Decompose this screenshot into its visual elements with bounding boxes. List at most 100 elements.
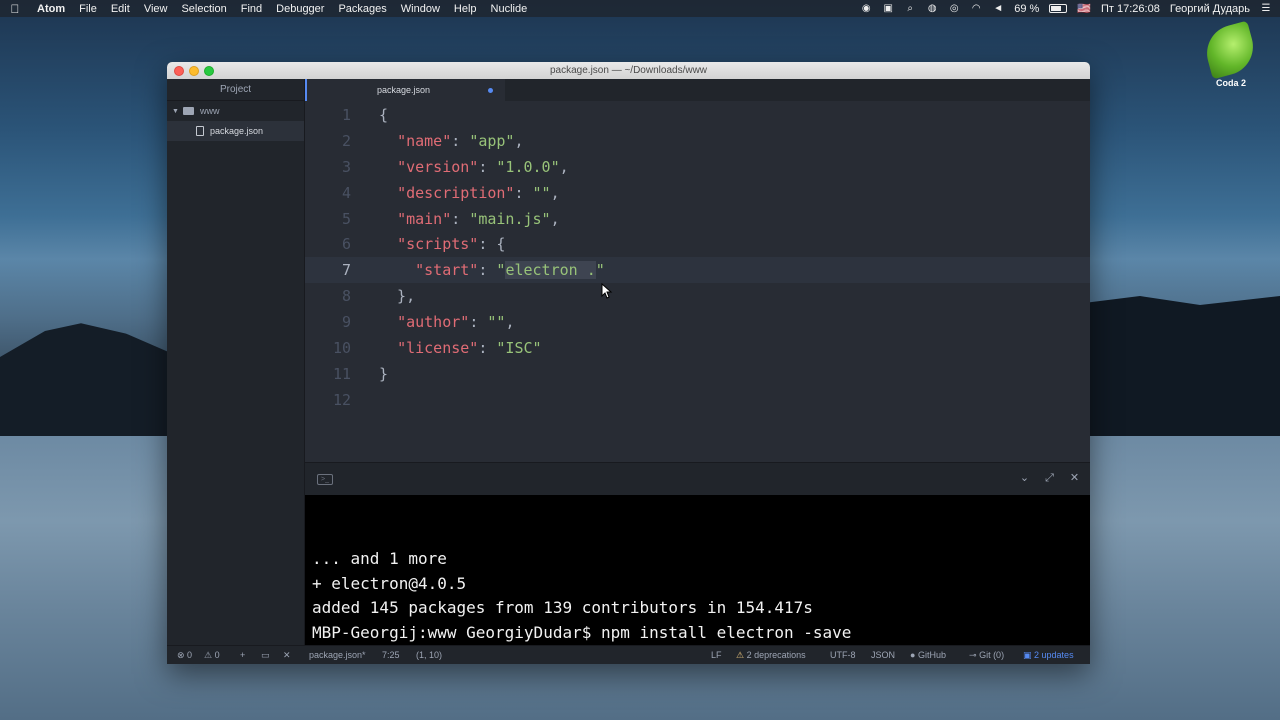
code-line[interactable]: 2 "name": "app", [305, 128, 1090, 154]
line-number: 3 [341, 157, 351, 176]
notification-center-icon[interactable]: ☰ [1260, 3, 1272, 14]
warning-count-value: 0 [214, 650, 220, 660]
status-file-name[interactable]: package.json* [309, 646, 366, 664]
json-value: "main.js" [469, 209, 551, 228]
close-window-button[interactable] [174, 66, 184, 76]
apple-menu-icon[interactable]:  [0, 2, 30, 16]
github-button[interactable]: ● GitHub [910, 646, 946, 664]
code-line[interactable]: 4 "description": "", [305, 180, 1090, 206]
menu-selection[interactable]: Selection [174, 3, 233, 15]
screen-icon[interactable]: ▣ [882, 3, 894, 14]
line-number: 1 [341, 105, 351, 124]
line-number: 11 [332, 364, 351, 383]
code-line[interactable]: 8 }, [305, 283, 1090, 309]
error-count-value: 0 [187, 650, 193, 660]
terminal-panel-controls: ⌄ ⤢ ✕ [1017, 471, 1082, 486]
line-number: 9 [341, 313, 351, 332]
clock[interactable]: Пт 17:26:08 [1101, 3, 1160, 15]
code-area[interactable]: 1 { 2 "name": "app", 3 "version": "1.0.0… [305, 102, 1090, 413]
tree-folder-www[interactable]: ▼ www [167, 101, 304, 121]
siri-icon[interactable]: ◍ [926, 3, 938, 14]
warning-count[interactable]: ⚠ 0 [204, 646, 220, 664]
punctuation: , [505, 313, 515, 332]
line-ending[interactable]: LF [711, 646, 722, 664]
git-label: Git (0) [979, 650, 1005, 660]
grammar[interactable]: JSON [871, 646, 895, 664]
code-line[interactable]: 6 "scripts": { [305, 231, 1090, 257]
json-key: "start" [415, 261, 479, 280]
close-terminal-icon[interactable]: ✕ [283, 646, 291, 664]
menu-help[interactable]: Help [447, 3, 484, 15]
terminal-view[interactable]: ... and 1 more + electron@4.0.5 added 14… [305, 495, 1090, 645]
coda-app-icon[interactable] [1200, 20, 1260, 80]
folder-label: www [200, 106, 220, 116]
menu-file[interactable]: File [72, 3, 104, 15]
spotlight-search-icon[interactable]: ⌕ [904, 3, 916, 14]
code-line[interactable]: 10 "license": "ISC" [305, 335, 1090, 361]
tree-file-package-json[interactable]: package.json [167, 121, 304, 141]
github-icon: ● [910, 650, 916, 660]
code-line[interactable]: 5 "main": "main.js", [305, 206, 1090, 232]
file-label: package.json [210, 126, 264, 136]
mouse-pointer-icon [601, 283, 613, 299]
battery-percent[interactable]: 69 % [1014, 3, 1039, 15]
battery-icon[interactable] [1049, 4, 1068, 13]
git-button[interactable]: ⊸ Git (0) [969, 646, 1004, 664]
code-text: }, [379, 287, 416, 306]
minimize-window-button[interactable] [189, 66, 199, 76]
selected-text[interactable]: electron . [505, 261, 596, 280]
add-terminal-icon[interactable]: + [240, 646, 245, 664]
chevron-down-icon[interactable]: ⌄ [1017, 471, 1032, 486]
cursor-position[interactable]: 7:25 [382, 646, 400, 664]
code-line[interactable]: 12 [305, 387, 1090, 413]
terminal-panel-bar: >_ ⌄ ⤢ ✕ [305, 462, 1090, 494]
terminal-prompt-line[interactable]: MBP-Georgij:www GeorgiyDudar$ npm instal… [312, 621, 851, 646]
status-bar: ⊗ 0 ⚠ 0 + ▭ ✕ package.json* 7:25 (1, 10)… [167, 645, 1090, 664]
terminal-tab-icon[interactable]: >_ [317, 474, 333, 485]
chevron-down-icon[interactable]: ▼ [172, 108, 183, 115]
error-count[interactable]: ⊗ 0 [177, 646, 192, 664]
window-title: package.json — ~/Downloads/www [549, 65, 708, 76]
json-value: "app" [469, 131, 515, 150]
menu-find[interactable]: Find [234, 3, 269, 15]
zoom-window-button[interactable] [204, 66, 214, 76]
menu-atom[interactable]: Atom [30, 3, 72, 15]
menu-debugger[interactable]: Debugger [269, 3, 331, 15]
modified-indicator-icon[interactable] [488, 88, 493, 93]
punctuation: , [550, 209, 560, 228]
coda-app-label[interactable]: Coda 2 [1204, 78, 1258, 88]
chrome-icon[interactable]: ◎ [948, 3, 960, 14]
tab-package-json[interactable]: package.json [305, 79, 505, 101]
mountain-left [0, 323, 180, 448]
selection-count[interactable]: (1, 10) [416, 646, 442, 664]
code-line-active[interactable]: 7 "start": "electron ." [305, 257, 1090, 284]
code-line[interactable]: 9 "author": "", [305, 309, 1090, 335]
json-key: "description" [397, 183, 515, 202]
menu-window[interactable]: Window [394, 3, 447, 15]
terminal-icon[interactable]: ▭ [261, 646, 270, 664]
updates-button[interactable]: ▣ 2 updates [1023, 646, 1074, 664]
user-name[interactable]: Георгий Дударь [1170, 3, 1250, 15]
maximize-icon[interactable]: ⤢ [1042, 471, 1057, 486]
code-line[interactable]: 1 { [305, 102, 1090, 128]
wifi-icon[interactable]: ◠ [970, 3, 982, 14]
code-line[interactable]: 3 "version": "1.0.0", [305, 154, 1090, 180]
code-line[interactable]: 11 } [305, 361, 1090, 387]
deprecations[interactable]: ⚠ 2 deprecations [736, 646, 806, 664]
menu-edit[interactable]: Edit [104, 3, 137, 15]
line-number: 7 [341, 261, 351, 280]
sidebar-header[interactable]: Project [167, 79, 304, 101]
record-icon[interactable]: ◉ [860, 3, 872, 14]
menu-view[interactable]: View [137, 3, 175, 15]
volume-icon[interactable]: ◄ [992, 3, 1004, 14]
encoding[interactable]: UTF-8 [830, 646, 856, 664]
punctuation: , [514, 131, 524, 150]
input-source-flag[interactable]: 🇺🇸 [1077, 2, 1091, 15]
menu-nuclide[interactable]: Nuclide [484, 3, 535, 15]
json-value: "1.0.0" [496, 157, 560, 176]
json-key: "author" [397, 313, 470, 332]
warning-icon: ⚠ [736, 650, 745, 660]
menu-packages[interactable]: Packages [331, 3, 393, 15]
title-bar[interactable]: package.json — ~/Downloads/www [167, 62, 1090, 79]
close-icon[interactable]: ✕ [1067, 471, 1082, 486]
